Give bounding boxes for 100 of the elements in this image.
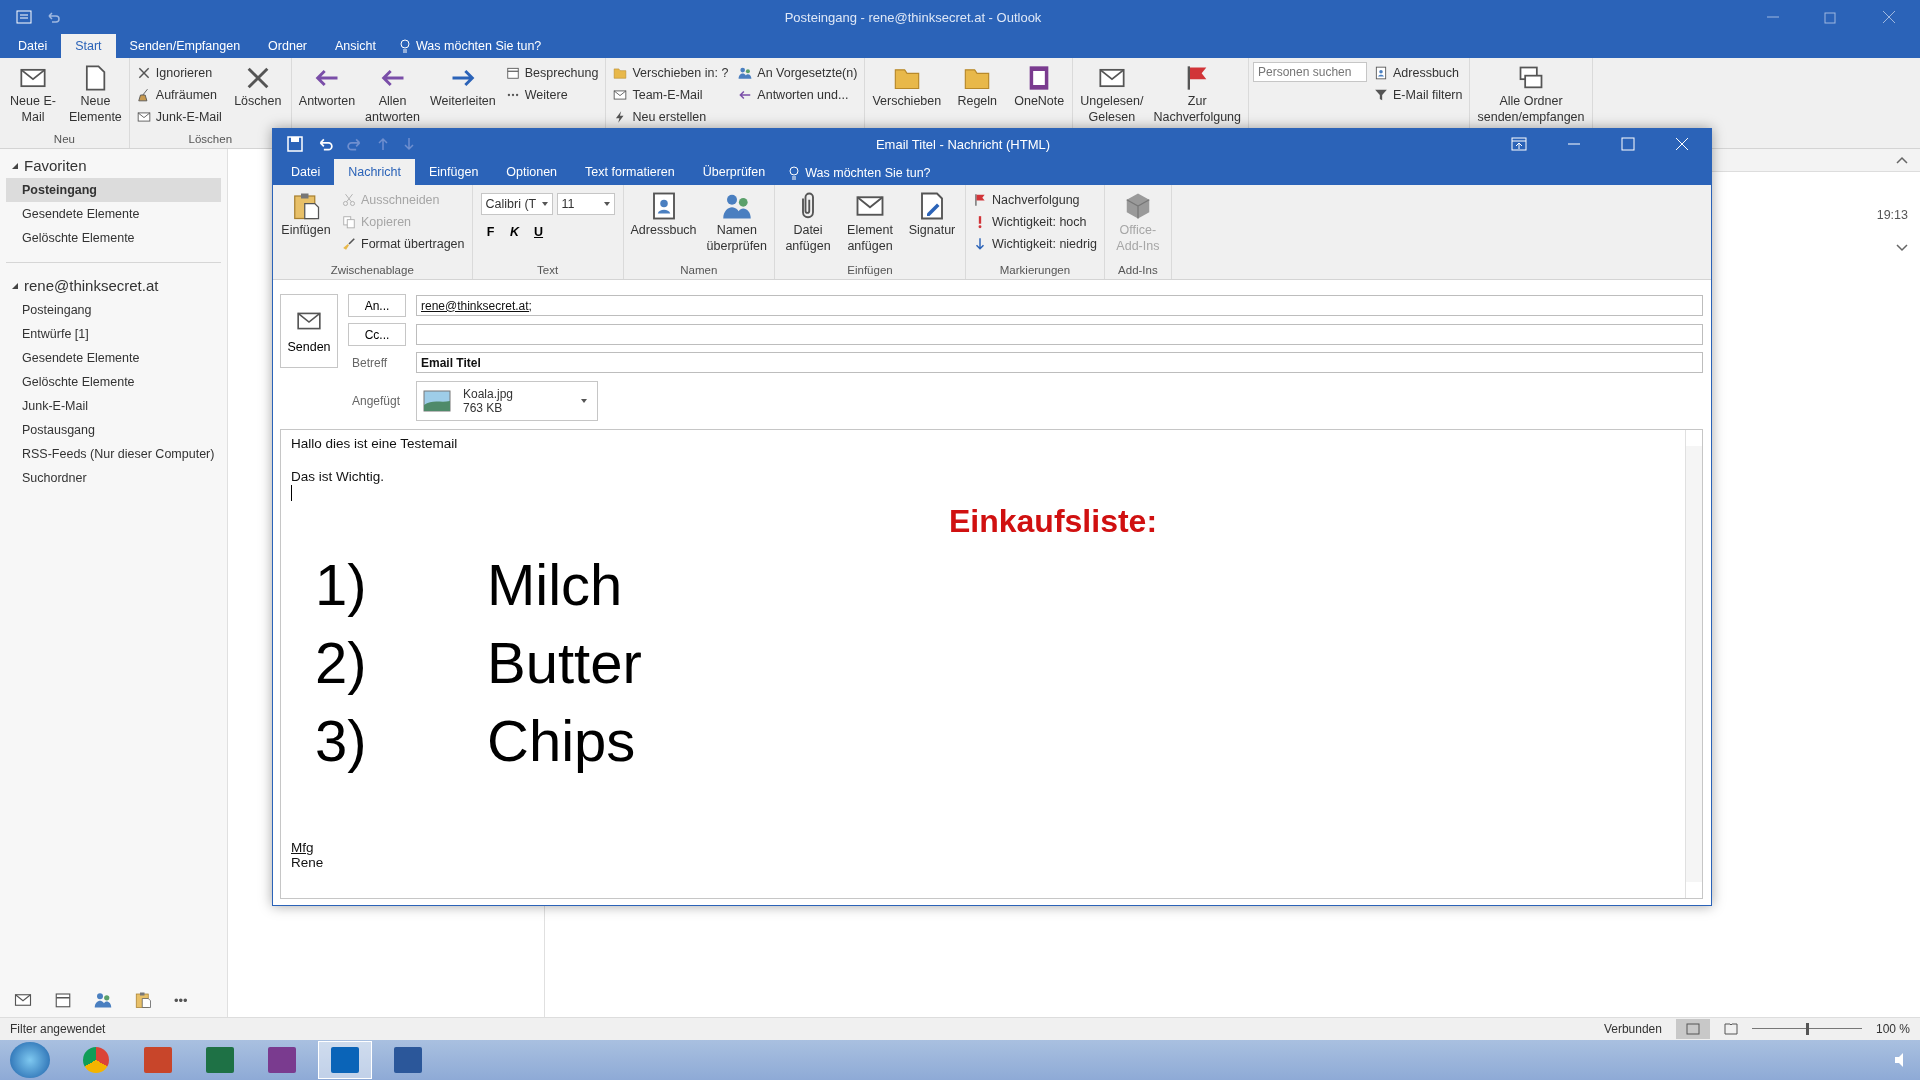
ribbon-button[interactable]: Verschieben in: ? [610, 62, 732, 83]
ribbon-button[interactable]: An Vorgesetzte(n) [735, 62, 861, 83]
scrollbar[interactable] [1685, 430, 1702, 898]
more-button[interactable]: ••• [174, 992, 188, 1008]
ribbon-display-icon[interactable] [1511, 137, 1527, 151]
ribbon-button[interactable]: Ungelesen/ Gelesen [1077, 60, 1147, 130]
normal-view-icon[interactable] [1675, 1019, 1710, 1039]
ribbon-button[interactable]: Neu erstellen [610, 106, 732, 127]
folder-item[interactable]: Junk-E-Mail [6, 394, 221, 418]
folder-item[interactable]: Suchordner [6, 466, 221, 490]
attachment-name: Koala.jpg [463, 387, 515, 401]
chevron-down-icon[interactable] [1896, 244, 1908, 252]
save-icon[interactable] [287, 136, 303, 152]
tell-me-field[interactable]: Was möchten Sie tun? [779, 161, 941, 185]
app-menu-icon[interactable] [16, 9, 32, 25]
folder-item[interactable]: Gesendete Elemente [6, 202, 221, 226]
folder-group-header[interactable]: rene@thinksecret.at [6, 273, 221, 298]
ribbon-tab[interactable]: Senden/Empfangen [115, 34, 255, 58]
folder-item[interactable]: Posteingang [6, 298, 221, 322]
ribbon-tab[interactable]: Datei [277, 159, 335, 185]
to-button[interactable]: An... [348, 294, 406, 317]
attachment-chip[interactable]: Koala.jpg 763 KB [416, 381, 598, 421]
collapse-ribbon-icon[interactable] [1896, 156, 1908, 164]
ribbon-tab[interactable]: Datei [4, 34, 62, 58]
ribbon-button[interactable]: Antworten [295, 60, 359, 114]
folder-group-header[interactable]: Favoriten [6, 153, 221, 178]
ribbon-tab[interactable]: Nachricht [334, 159, 415, 185]
book-icon [1374, 65, 1388, 80]
body-text: Hallo dies ist eine Testemail [291, 436, 459, 451]
folder-item[interactable]: RSS-Feeds (Nur dieser Computer) [6, 442, 221, 466]
subject-field[interactable]: Email Titel [416, 352, 1703, 373]
ribbon-button[interactable]: Weiterleiten [427, 60, 499, 114]
ribbon-button[interactable]: Ignorieren [133, 62, 225, 83]
ribbon-button[interactable]: Neue E-Mail [4, 60, 62, 130]
folder-item[interactable]: Gelöschte Elemente [6, 370, 221, 394]
zoom-slider[interactable] [1751, 1022, 1862, 1036]
maximize-icon[interactable] [1621, 137, 1635, 151]
search-field[interactable]: Personen suchen [1253, 62, 1367, 82]
folder-item[interactable]: Gesendete Elemente [6, 346, 221, 370]
x-mark-icon [136, 65, 151, 80]
ribbon-button[interactable]: Regeln [948, 60, 1007, 114]
redo-icon[interactable] [347, 136, 363, 152]
ribbon-tab[interactable]: Einfügen [415, 159, 493, 185]
ribbon-button[interactable]: Element anfügen [841, 187, 899, 259]
ribbon-button[interactable]: Adressbuch [627, 187, 700, 243]
lightbulb-icon [400, 39, 410, 53]
ribbon-button[interactable]: OneNote [1010, 60, 1069, 114]
font-dropdown[interactable]: Calibri (T [480, 193, 553, 215]
ribbon-button[interactable]: Team-E-Mail [610, 84, 732, 105]
group-label: Markierungen [998, 264, 1072, 278]
ribbon-button[interactable]: Junk-E-Mail [133, 106, 225, 127]
ribbon-button[interactable]: Datei anfügen [779, 187, 837, 259]
ribbon-button[interactable]: Löschen [228, 60, 287, 114]
ribbon-button[interactable]: Weitere [502, 84, 602, 105]
ribbon-button[interactable]: Wichtigkeit: niedrig [970, 233, 1100, 254]
cc-button[interactable]: Cc... [348, 323, 406, 346]
restore-icon[interactable] [1824, 10, 1838, 24]
ribbon-button[interactable]: Neue Elemente [66, 60, 125, 130]
ribbon-button[interactable]: Format übertragen [339, 233, 468, 254]
undo-icon[interactable] [317, 136, 333, 152]
format-button[interactable]: F [480, 225, 501, 239]
tell-me-field[interactable]: Was möchten Sie tun? [390, 34, 552, 58]
ribbon-tab[interactable]: Überprüfen [688, 159, 780, 185]
ribbon-tab[interactable]: Optionen [492, 159, 572, 185]
format-button[interactable]: U [528, 225, 549, 239]
ribbon-button[interactable]: Signatur [903, 187, 961, 243]
undo-icon[interactable] [46, 10, 60, 24]
folder-item[interactable]: Entwürfe [1] [6, 322, 221, 346]
zoom-thumb[interactable] [1805, 1023, 1809, 1035]
ribbon-button[interactable]: Besprechung [502, 62, 602, 83]
arrow-down-icon[interactable] [403, 137, 415, 151]
ribbon-button[interactable]: Nachverfolgung [970, 189, 1100, 210]
ribbon-button[interactable]: Zur Nachverfolgung [1150, 60, 1244, 130]
arrow-up-icon[interactable] [377, 137, 389, 151]
ribbon-button[interactable]: Aufräumen [133, 84, 225, 105]
folder-item[interactable]: Gelöschte Elemente [6, 226, 221, 250]
format-button[interactable]: K [504, 225, 525, 239]
start-button[interactable] [10, 1042, 50, 1078]
font-dropdown[interactable]: 11 [556, 193, 615, 215]
ribbon-button[interactable]: E-Mail filtern [1371, 84, 1466, 105]
reading-view-icon[interactable] [1723, 1023, 1738, 1035]
ribbon-tab[interactable]: Ansicht [321, 34, 390, 58]
ribbon-button[interactable]: Wichtigkeit: hoch [970, 211, 1100, 232]
ribbon-tab[interactable]: Text formatieren [571, 159, 689, 185]
ribbon-button[interactable]: Antworten und... [735, 84, 861, 105]
ribbon-button[interactable]: Namen überprüfen [703, 187, 770, 259]
send-button[interactable]: Senden [280, 294, 338, 368]
ribbon-button[interactable]: Adressbuch [1371, 62, 1466, 83]
ribbon-button[interactable]: Allen antworten [362, 60, 423, 130]
app-icon[interactable] [318, 1041, 372, 1079]
folder-item[interactable]: Postausgang [6, 418, 221, 442]
folder-item[interactable]: Posteingang [6, 178, 221, 202]
ribbon-button[interactable]: Verschieben [869, 60, 945, 114]
ribbon-tab[interactable]: Ordner [254, 34, 321, 58]
ribbon-tab[interactable]: Start [61, 34, 116, 58]
close-icon[interactable] [1882, 10, 1896, 24]
cc-field[interactable] [416, 324, 1703, 345]
ribbon-button[interactable]: Einfügen [277, 187, 335, 243]
to-field[interactable]: rene@thinksecret.at; [416, 295, 1703, 316]
broom-icon [136, 87, 151, 102]
